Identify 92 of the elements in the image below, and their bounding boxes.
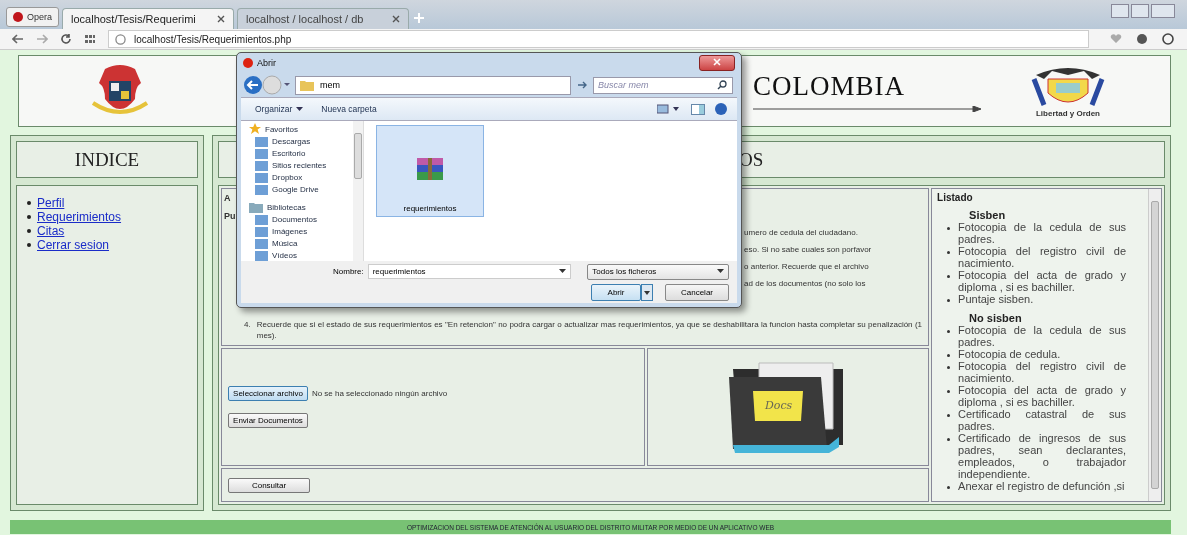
sidebar-title: INDICE xyxy=(16,141,199,178)
instructions-subheading: Pu xyxy=(224,211,236,221)
folder-icon xyxy=(255,159,268,171)
list-item: Certificado de ingresos de sus padres, sean declarantes, empleados, o trabajador independiente. xyxy=(958,432,1127,480)
list-item: Certificado catastral de sus padres. xyxy=(958,408,1127,432)
header-title: COLOMBIA xyxy=(753,70,906,102)
view-icon[interactable] xyxy=(657,104,681,114)
folder-icon xyxy=(300,79,314,91)
instruction-text: o anterior. Recuerde que el archivo xyxy=(744,262,869,271)
caret-icon xyxy=(559,269,567,274)
sidebar-link[interactable]: Citas xyxy=(37,224,65,238)
opera-menu-button[interactable]: Opera xyxy=(6,7,59,27)
instruction-text: umero de cedula del ciudadano. xyxy=(744,228,858,237)
browser-tab[interactable]: localhost / localhost / db xyxy=(237,8,409,29)
folder-icon xyxy=(255,237,268,249)
close-icon xyxy=(713,58,721,66)
breadcrumb-field[interactable]: mem xyxy=(295,75,571,95)
scrollbar[interactable] xyxy=(1148,189,1161,501)
nav-item[interactable]: Google Drive xyxy=(241,183,353,195)
star-icon xyxy=(249,123,261,135)
folder-icon xyxy=(255,213,268,225)
list-item: Fotocopia de la cedula de sus padres. xyxy=(958,221,1127,245)
file-type-dropdown[interactable]: Todos los ficheros xyxy=(587,263,729,280)
folder-icon xyxy=(255,147,268,159)
archive-icon xyxy=(415,156,445,182)
sidebar-link[interactable]: Perfil xyxy=(37,196,65,210)
filename-label: Nombre: xyxy=(333,267,364,276)
sidebar-link[interactable]: Requerimientos xyxy=(37,210,122,224)
list-item: Fotocopia de cedula. xyxy=(958,348,1062,360)
group-title: No sisben xyxy=(968,312,1023,324)
library-icon xyxy=(249,201,263,213)
browser-tab[interactable]: localhost/Tesis/Requerimi xyxy=(62,8,234,29)
preview-pane-icon[interactable] xyxy=(691,103,705,115)
list-item: Anexar el registro de defunción ,si xyxy=(958,480,1126,492)
search-field[interactable]: Buscar mem xyxy=(593,76,733,94)
window-controls-icon[interactable] xyxy=(1111,4,1175,18)
file-status: No se ha seleccionado ningún archivo xyxy=(311,389,448,398)
nav-item[interactable]: Dropbox xyxy=(241,171,353,183)
circle-logo-icon xyxy=(13,12,23,22)
list-item: Puntaje sisben. xyxy=(958,293,1035,305)
instruction-text: ad de los documentos (no solo los xyxy=(744,279,866,288)
nav-item[interactable]: Descargas xyxy=(241,135,353,147)
send-documents-button[interactable]: Enviar Documentos xyxy=(228,413,308,428)
nav-item[interactable]: Vídeos xyxy=(241,249,353,261)
instruction-text: eso. Si no sabe cuales son porfavor xyxy=(744,245,872,254)
list-item: Fotocopia de la cedula de sus padres. xyxy=(958,324,1127,348)
nav-item[interactable]: Documentos xyxy=(241,213,353,225)
back-forward-icon[interactable] xyxy=(243,75,291,95)
caret-icon[interactable] xyxy=(641,283,653,301)
folder-drawing: Docs xyxy=(703,357,874,457)
back-icon[interactable] xyxy=(12,33,24,45)
folder-icon xyxy=(255,135,268,147)
instruction-text: Recuerde que si el estado de sus requerimientos es "En retencion" no podra cargar o actualizar mas requerimientos, ya que se deshabilitara la funcion hasta completar su penalización (1 mes). xyxy=(256,319,923,341)
address-field[interactable]: localhost/Tesis/Requerimientos.php xyxy=(108,30,1089,48)
nav-section-item[interactable]: Favoritos xyxy=(241,123,353,135)
group-title: Sisben xyxy=(968,209,1007,221)
nav-item[interactable]: Sitios recientes xyxy=(241,159,353,171)
scrollbar[interactable] xyxy=(353,121,363,261)
file-item[interactable]: requerimientos xyxy=(376,125,484,217)
folder-icon xyxy=(255,249,268,261)
list-item: Fotocopia del acta de grado y diploma , si es bachiller. xyxy=(958,384,1127,408)
item-number: 4. xyxy=(244,319,251,331)
list-item: Fotocopia del registro civil de nacimiento. xyxy=(958,245,1127,269)
close-button[interactable] xyxy=(699,55,735,71)
dialog-title: Abrir xyxy=(257,58,276,68)
caret-icon xyxy=(296,106,304,112)
reload-icon[interactable] xyxy=(60,33,72,45)
nav-item[interactable]: Imágenes xyxy=(241,225,353,237)
cancel-button[interactable]: Cancelar xyxy=(665,283,729,301)
instructions-heading: A xyxy=(224,193,231,203)
filename-field[interactable]: requerimientos xyxy=(367,264,572,279)
grid-icon[interactable] xyxy=(84,33,96,45)
nav-item[interactable]: Música xyxy=(241,237,353,249)
consult-button[interactable]: Consultar xyxy=(228,477,311,493)
folder-icon xyxy=(255,171,268,183)
folder-icon xyxy=(255,183,268,195)
circle-logo-icon xyxy=(243,58,253,68)
list-title: Listado xyxy=(937,192,974,203)
folder-icon xyxy=(255,225,268,237)
choose-file-button[interactable]: Seleccionar archivo xyxy=(228,386,308,401)
list-item: Fotocopia del registro civil de nacimiento. xyxy=(958,360,1127,384)
emblem-caption: Libertad y Orden xyxy=(1036,108,1100,118)
list-item: Fotocopia del acta de grado y diploma , si es bachiller. xyxy=(958,269,1127,293)
new-folder-button[interactable]: Nueva carpeta xyxy=(317,104,381,114)
close-icon[interactable] xyxy=(217,15,225,23)
open-button[interactable]: Abrir xyxy=(591,283,641,301)
caret-icon xyxy=(717,269,724,274)
close-icon[interactable] xyxy=(392,15,400,23)
nav-item[interactable]: Escritorio xyxy=(241,147,353,159)
organize-button[interactable]: Organizar xyxy=(251,104,308,114)
sidebar-link[interactable]: Cerrar sesion xyxy=(37,238,110,252)
nav-section-item[interactable]: Bibliotecas xyxy=(241,201,353,213)
